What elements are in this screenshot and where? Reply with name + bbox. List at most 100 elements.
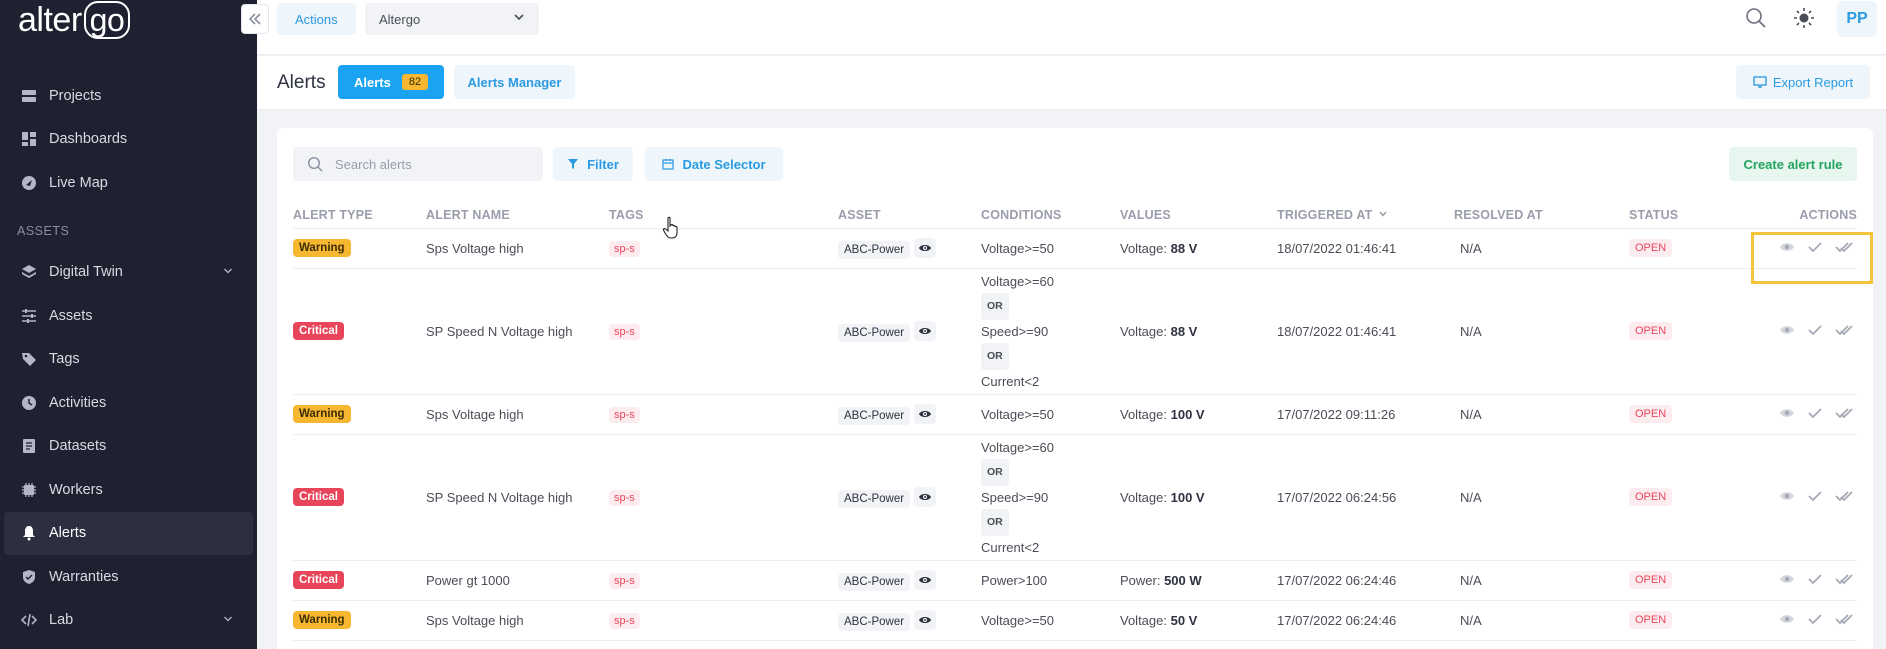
acknowledge-check-icon[interactable] <box>1808 490 1822 505</box>
col-triggered-at[interactable]: TRIGGERED AT <box>1277 202 1454 229</box>
tag-chip[interactable]: sp-s <box>609 240 640 257</box>
sidebar-item-tags[interactable]: Tags <box>0 338 257 382</box>
asset-chip[interactable]: ABC-Power <box>838 489 911 508</box>
col-alert-type[interactable]: ALERT TYPE <box>293 202 426 229</box>
view-alert-eye-icon[interactable] <box>1779 241 1795 256</box>
export-report-button[interactable]: Export Report <box>1736 65 1870 99</box>
resolve-double-check-icon[interactable] <box>1835 613 1853 628</box>
resolve-double-check-icon[interactable] <box>1835 324 1853 339</box>
acknowledge-check-icon[interactable] <box>1808 324 1822 339</box>
search-alerts-box[interactable] <box>293 147 543 181</box>
asset-chip[interactable]: ABC-Power <box>838 323 911 342</box>
table-row[interactable]: Critical SP Speed N Voltage high sp-s ABC-P… <box>293 434 1857 561</box>
value-amount: 88 V <box>1170 240 1198 256</box>
table-row[interactable]: Warning Sps Voltage high sp-s ABC-Power Volt… <box>293 600 1857 641</box>
sidebar-item-digital-twin[interactable]: Digital Twin <box>0 251 257 295</box>
sidebar-item-lab[interactable]: Lab <box>0 599 257 643</box>
chevron-down-icon <box>223 265 233 279</box>
resolve-double-check-icon[interactable] <box>1835 573 1853 588</box>
sidebar-item-activities[interactable]: Activities <box>0 381 257 425</box>
view-alert-eye-icon[interactable] <box>1779 324 1795 339</box>
col-resolved-at[interactable]: RESOLVED AT <box>1454 202 1629 229</box>
tab-alerts-manager[interactable]: Alerts Manager <box>454 65 575 99</box>
sidebar-item-live-map[interactable]: Live Map <box>0 161 257 205</box>
view-asset-eye-icon[interactable] <box>914 609 937 630</box>
create-alert-rule-button[interactable]: Create alert rule <box>1729 147 1857 181</box>
asset-chip[interactable]: ABC-Power <box>838 406 911 425</box>
value-amount: 500 W <box>1164 572 1202 588</box>
filter-button[interactable]: Filter <box>553 147 633 181</box>
sidebar-item-warranties[interactable]: Warranties <box>0 555 257 599</box>
cell-asset: ABC-Power <box>838 394 981 435</box>
user-avatar[interactable]: PP <box>1837 1 1877 37</box>
collapse-sidebar-button[interactable] <box>241 4 269 34</box>
tag-chip[interactable]: sp-s <box>609 489 640 506</box>
altergo-logo[interactable]: alter go <box>18 0 131 40</box>
asset-chip[interactable]: ABC-Power <box>838 612 911 631</box>
alert-type-badge: Critical <box>293 488 344 506</box>
col-alert-name[interactable]: ALERT NAME <box>426 202 609 229</box>
sidebar: alter go Projects Dashboards Live Map ASSETS… <box>0 0 257 649</box>
alerts-count-badge: 82 <box>401 74 429 90</box>
cell-conditions: Voltage>=50 <box>981 600 1120 641</box>
view-alert-eye-icon[interactable] <box>1779 490 1795 505</box>
acknowledge-check-icon[interactable] <box>1808 407 1822 422</box>
sidebar-item-label: Live Map <box>49 174 108 191</box>
value-label: Voltage: <box>1120 240 1171 256</box>
col-asset[interactable]: ASSET <box>838 202 981 229</box>
activities-icon <box>20 394 38 412</box>
condition-text: Power>100 <box>981 572 1048 588</box>
cell-triggered-at: 17/07/2022 06:24:46 <box>1277 600 1454 641</box>
project-select[interactable]: Altergo <box>365 3 539 35</box>
tag-chip[interactable]: sp-s <box>609 406 640 423</box>
view-asset-eye-icon[interactable] <box>914 569 937 590</box>
tag-chip[interactable]: sp-s <box>609 612 640 629</box>
col-tags[interactable]: TAGS <box>609 202 838 229</box>
cell-resolved-at: N/A <box>1454 434 1629 561</box>
cell-actions <box>1749 394 1857 435</box>
export-report-label: Export Report <box>1772 74 1854 90</box>
asset-chip[interactable]: ABC-Power <box>838 240 911 259</box>
resolve-double-check-icon[interactable] <box>1835 490 1853 505</box>
theme-toggle-button[interactable] <box>1793 7 1817 31</box>
sidebar-item-workers[interactable]: Workers <box>0 468 257 512</box>
view-alert-eye-icon[interactable] <box>1779 573 1795 588</box>
sidebar-item-label: Digital Twin <box>49 264 123 281</box>
col-status[interactable]: STATUS <box>1629 202 1749 229</box>
asset-chip[interactable]: ABC-Power <box>838 572 911 591</box>
tag-chip[interactable]: sp-s <box>609 572 640 589</box>
view-asset-eye-icon[interactable] <box>914 403 937 424</box>
view-asset-eye-icon[interactable] <box>914 237 937 258</box>
actions-button[interactable]: Actions <box>277 3 356 35</box>
view-alert-eye-icon[interactable] <box>1779 407 1795 422</box>
acknowledge-check-icon[interactable] <box>1808 573 1822 588</box>
cell-alert-name: Sps Voltage high <box>426 600 609 641</box>
view-asset-eye-icon[interactable] <box>914 486 937 507</box>
resolve-double-check-icon[interactable] <box>1835 241 1853 256</box>
cell-tags: sp-s <box>609 228 838 269</box>
search-alerts-input[interactable] <box>335 156 525 172</box>
cell-resolved-at: N/A <box>1454 394 1629 435</box>
global-search-button[interactable] <box>1745 7 1769 31</box>
sidebar-item-assets[interactable]: Assets <box>0 294 257 338</box>
table-row[interactable]: Critical SP Speed N Voltage high sp-s ABC-P… <box>293 268 1857 395</box>
view-alert-eye-icon[interactable] <box>1779 613 1795 628</box>
resolve-double-check-icon[interactable] <box>1835 407 1853 422</box>
col-values[interactable]: VALUES <box>1120 202 1277 229</box>
value-label: Voltage: <box>1120 323 1171 339</box>
table-row[interactable]: Critical Power gt 1000 sp-s ABC-Power Power>… <box>293 560 1857 601</box>
table-row[interactable]: Warning Sps Voltage high sp-s ABC-Power Volt… <box>293 394 1857 435</box>
sidebar-item-datasets[interactable]: Datasets <box>0 425 257 469</box>
acknowledge-check-icon[interactable] <box>1808 241 1822 256</box>
sidebar-item-projects[interactable]: Projects <box>0 74 257 118</box>
table-row[interactable]: Warning Sps Voltage high sp-s ABC-Power Volt… <box>293 228 1857 269</box>
date-selector-button[interactable]: Date Selector <box>645 147 783 181</box>
live-map-icon <box>20 174 38 192</box>
view-asset-eye-icon[interactable] <box>914 320 937 341</box>
tag-chip[interactable]: sp-s <box>609 323 640 340</box>
sidebar-item-alerts[interactable]: Alerts <box>4 511 253 555</box>
acknowledge-check-icon[interactable] <box>1808 613 1822 628</box>
sidebar-item-dashboards[interactable]: Dashboards <box>0 118 257 162</box>
col-conditions[interactable]: CONDITIONS <box>981 202 1120 229</box>
tab-alerts[interactable]: Alerts 82 <box>338 65 444 99</box>
